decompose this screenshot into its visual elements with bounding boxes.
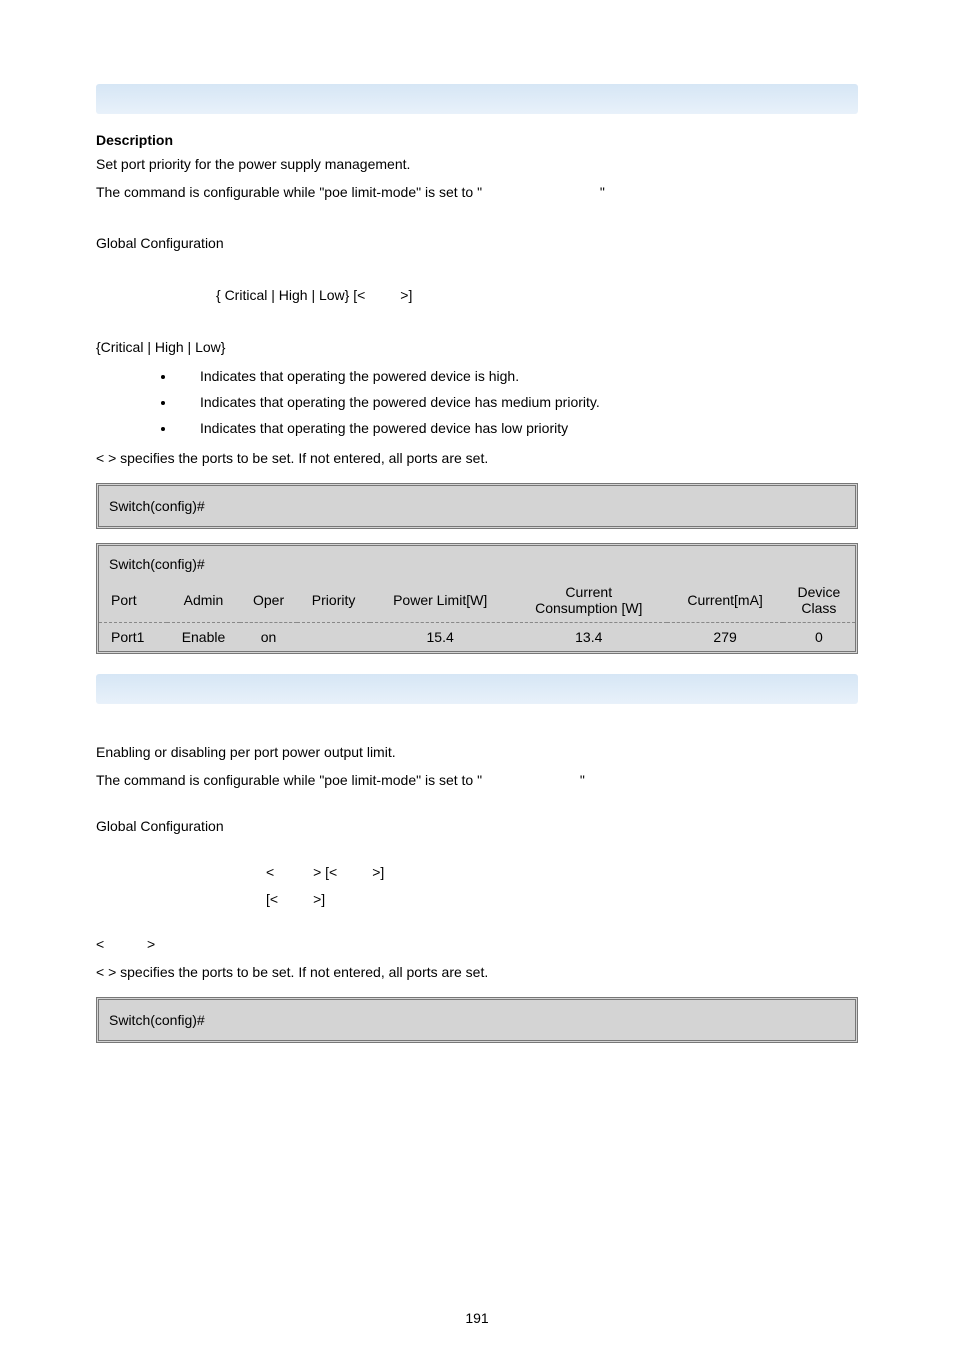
th-admin: Admin (167, 578, 240, 623)
s1-ports-line: < > specifies the ports to be set. If no… (96, 448, 858, 470)
s1-syntax-text: { Critical | High | Low} [< >] (216, 287, 412, 303)
output-box: Switch(config)# Port Admin Oper Priority… (96, 543, 858, 654)
th-priority: Priority (297, 578, 370, 623)
s1-desc-line2-pre: The command is configurable while "poe l… (96, 184, 482, 200)
th-current-cons-b: Consumption [W] (516, 600, 661, 616)
output-head: Switch(config)# (99, 546, 855, 578)
s1-desc-line2-post: " (600, 184, 605, 200)
td-power-limit: 15.4 (370, 623, 510, 652)
s2-syntax-block: < > [< >] [< >] (96, 861, 858, 910)
s2-desc-line2-post: " (580, 772, 585, 788)
s1-bullet-critical: Indicates that operating the powered dev… (176, 364, 858, 390)
th-current-cons-a: Current (516, 584, 661, 600)
td-port: Port1 (99, 623, 167, 652)
s1-default-box: Switch(config)# (96, 483, 858, 529)
s1-desc-line1: Set port priority for the power supply m… (96, 154, 858, 176)
th-oper: Oper (240, 578, 297, 623)
s2-syntax-line1: < > [< >] (266, 861, 858, 883)
section-heading-bar-1 (96, 84, 858, 114)
s2-default-box: Switch(config)# (96, 997, 858, 1043)
th-current-cons: Current Consumption [W] (510, 578, 667, 623)
s2-ports-line: < > specifies the ports to be set. If no… (96, 962, 858, 984)
s1-bullet-high-text: Indicates that operating the powered dev… (200, 394, 600, 410)
s2-default-prompt: Switch(config)# (109, 1012, 205, 1028)
port-table: Port Admin Oper Priority Power Limit[W] … (99, 578, 855, 651)
s1-bullet-low: Indicates that operating the powered dev… (176, 416, 858, 442)
td-device-class: 0 (783, 623, 855, 652)
s2-desc-line1: Enabling or disabling per port power out… (96, 742, 858, 764)
td-priority (297, 623, 370, 652)
s2-desc-line2-pre: The command is configurable while "poe l… (96, 772, 482, 788)
th-current-ma: Current[mA] (667, 578, 782, 623)
td-current-ma: 279 (667, 623, 782, 652)
td-oper: on (240, 623, 297, 652)
s1-bullets: Indicates that operating the powered dev… (176, 364, 858, 441)
th-device-class-a: Device (789, 584, 849, 600)
s1-bullet-high: Indicates that operating the powered dev… (176, 390, 858, 416)
s1-syntax: { Critical | High | Low} [< >] (96, 285, 858, 307)
th-device-class-b: Class (789, 600, 849, 616)
page-number: 191 (0, 1310, 954, 1326)
s1-bullet-critical-text: Indicates that operating the powered dev… (200, 368, 519, 384)
td-current-cons: 13.4 (510, 623, 667, 652)
th-device-class: Device Class (783, 578, 855, 623)
table-row: Port1 Enable on 15.4 13.4 279 0 (99, 623, 855, 652)
th-port: Port (99, 578, 167, 623)
s2-desc-line2: The command is configurable while "poe l… (96, 770, 858, 792)
s1-mode-value: Global Configuration (96, 233, 858, 255)
description-heading-1: Description (96, 132, 858, 148)
s2-params-line1: < > (96, 934, 858, 956)
section-heading-bar-2 (96, 674, 858, 704)
s1-params-heading: {Critical | High | Low} (96, 337, 858, 359)
th-power-limit: Power Limit[W] (370, 578, 510, 623)
s2-syntax-line2: [< >] (266, 888, 858, 910)
s1-default-prompt: Switch(config)# (109, 498, 205, 514)
s1-bullet-low-text: Indicates that operating the powered dev… (200, 420, 568, 436)
td-admin: Enable (167, 623, 240, 652)
page-root: Description Set port priority for the po… (0, 0, 954, 1350)
s1-desc-line2: The command is configurable while "poe l… (96, 182, 858, 204)
s2-mode-value: Global Configuration (96, 816, 858, 838)
